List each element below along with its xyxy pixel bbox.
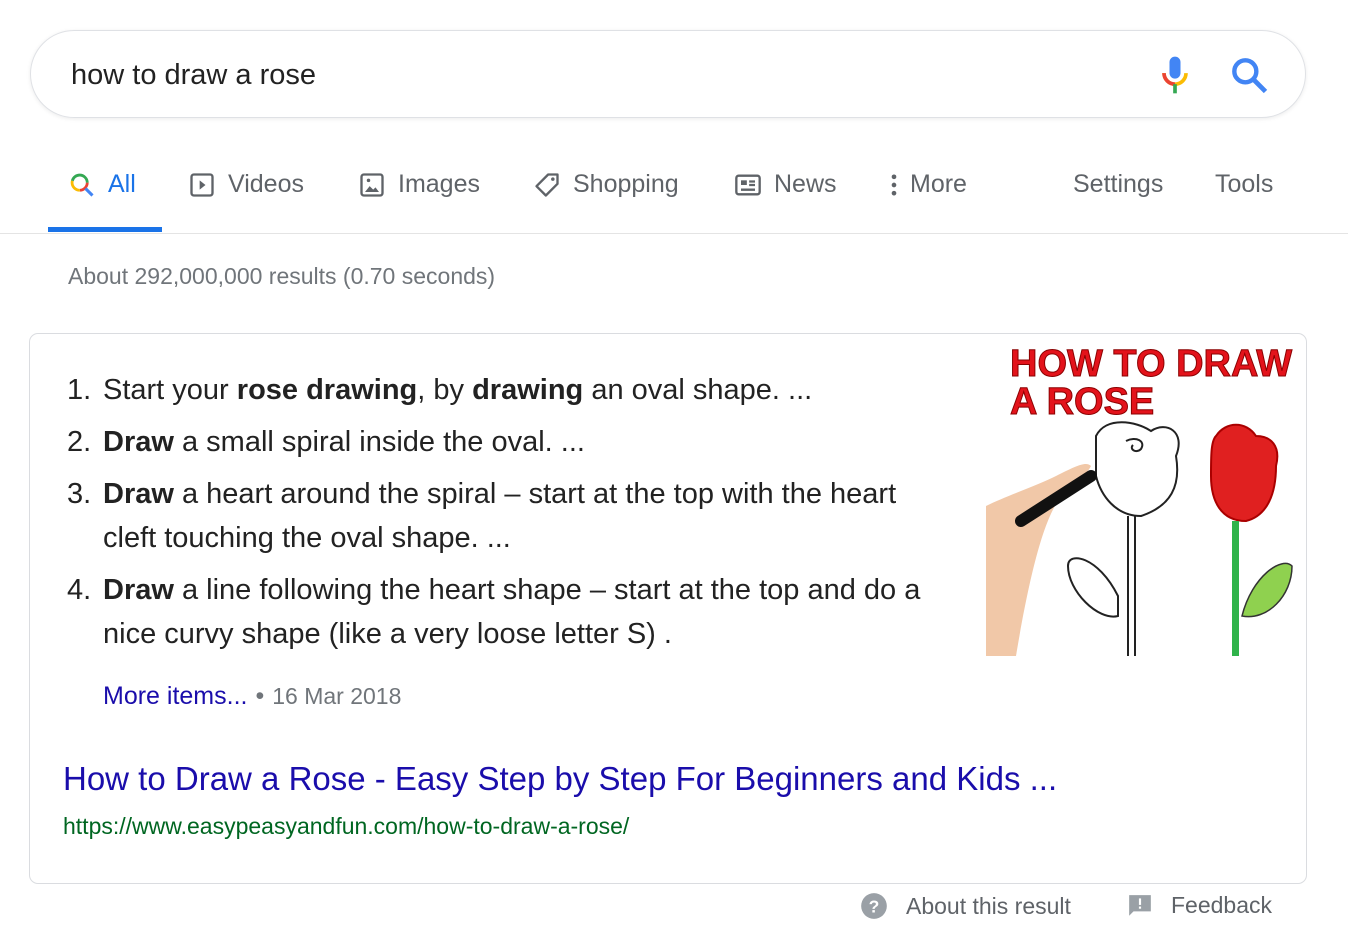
list-item: 4. Draw a line following the heart shape …	[67, 568, 947, 656]
tab-label: More	[910, 170, 967, 198]
bold-term: rose drawing	[236, 374, 418, 406]
tab-label: Shopping	[573, 170, 679, 198]
snippet-list: 1. Start your rose drawing, by drawing an…	[67, 368, 947, 664]
tab-more[interactable]: More	[886, 170, 967, 199]
bold-term: drawing	[472, 374, 584, 406]
search-icon[interactable]	[1227, 53, 1271, 97]
snippet-meta: More items... • 16 Mar 2018	[103, 682, 401, 711]
snippet-date: 16 Mar 2018	[272, 683, 402, 709]
list-number: 2.	[67, 426, 92, 458]
tab-label: News	[774, 170, 837, 198]
feedback-label: Feedback	[1171, 892, 1273, 918]
more-items-link[interactable]: More items...	[103, 682, 247, 710]
search-input[interactable]	[71, 53, 1121, 97]
list-item: 2. Draw a small spiral inside the oval. .…	[67, 420, 947, 464]
bold-term: Draw	[103, 478, 174, 510]
settings-button[interactable]: Settings	[1073, 170, 1163, 199]
tab-label: All	[108, 170, 136, 198]
text-segment: an oval shape. ...	[583, 374, 813, 406]
tab-label: Videos	[228, 170, 304, 198]
tools-label: Tools	[1215, 170, 1274, 198]
list-number: 4.	[67, 574, 92, 606]
separator: •	[255, 682, 265, 710]
search-tabs: All Videos Images Shopping News More Set…	[0, 160, 1348, 234]
featured-snippet: 1. Start your rose drawing, by drawing an…	[29, 333, 1307, 884]
svg-text:A ROSE: A ROSE	[1010, 381, 1154, 423]
image-icon	[360, 172, 384, 197]
help-icon: ?	[861, 893, 887, 919]
active-tab-indicator	[48, 227, 162, 232]
text-segment: a small spiral inside the oval. ...	[173, 426, 585, 458]
bold-term: Draw	[103, 574, 174, 606]
text-segment: Start your	[103, 374, 237, 406]
list-number: 3.	[67, 478, 92, 510]
svg-text:HOW TO DRAW: HOW TO DRAW	[1010, 343, 1292, 385]
result-title-link[interactable]: How to Draw a Rose - Easy Step by Step F…	[63, 760, 1057, 798]
more-vert-icon	[891, 174, 897, 195]
tab-shopping[interactable]: Shopping	[533, 170, 679, 199]
list-text: Draw a small spiral inside the oval. ...	[103, 420, 585, 464]
bold-term: Draw	[103, 426, 174, 458]
text-segment: , by	[417, 374, 473, 406]
list-text: Draw a line following the heart shape – …	[103, 568, 947, 656]
tab-label: Images	[398, 170, 480, 198]
svg-text:?: ?	[869, 896, 880, 916]
tag-icon	[535, 172, 559, 197]
text-segment: a line following the heart shape – start…	[103, 574, 921, 650]
about-this-result-button[interactable]: ? About this result	[860, 892, 1071, 920]
feedback-button[interactable]: Feedback	[1127, 892, 1272, 919]
newspaper-icon	[735, 174, 761, 195]
tab-videos[interactable]: Videos	[188, 170, 304, 199]
tab-news[interactable]: News	[734, 170, 837, 199]
settings-label: Settings	[1073, 170, 1164, 198]
about-label: About this result	[906, 892, 1071, 919]
microphone-icon[interactable]	[1153, 53, 1197, 97]
list-text: Start your rose drawing, by drawing an o…	[103, 368, 812, 412]
tab-all[interactable]: All	[68, 170, 136, 199]
search-icon	[70, 173, 94, 197]
list-number: 1.	[67, 374, 92, 406]
rose-thumbnail-image[interactable]: HOW TO DRAW A ROSE	[986, 336, 1298, 656]
play-icon	[190, 172, 214, 197]
list-text: Draw a heart around the spiral – start a…	[103, 472, 947, 560]
search-box[interactable]	[30, 30, 1306, 118]
list-item: 3. Draw a heart around the spiral – start…	[67, 472, 947, 560]
text-segment: a heart around the spiral – start at the…	[103, 478, 897, 554]
tools-button[interactable]: Tools	[1215, 170, 1273, 199]
feedback-icon	[1129, 894, 1151, 916]
result-url: https://www.easypeasyandfun.com/how-to-d…	[63, 813, 630, 839]
list-item: 1. Start your rose drawing, by drawing an…	[67, 368, 947, 412]
result-stats: About 292,000,000 results (0.70 seconds)	[68, 263, 496, 289]
tab-images[interactable]: Images	[358, 170, 480, 199]
